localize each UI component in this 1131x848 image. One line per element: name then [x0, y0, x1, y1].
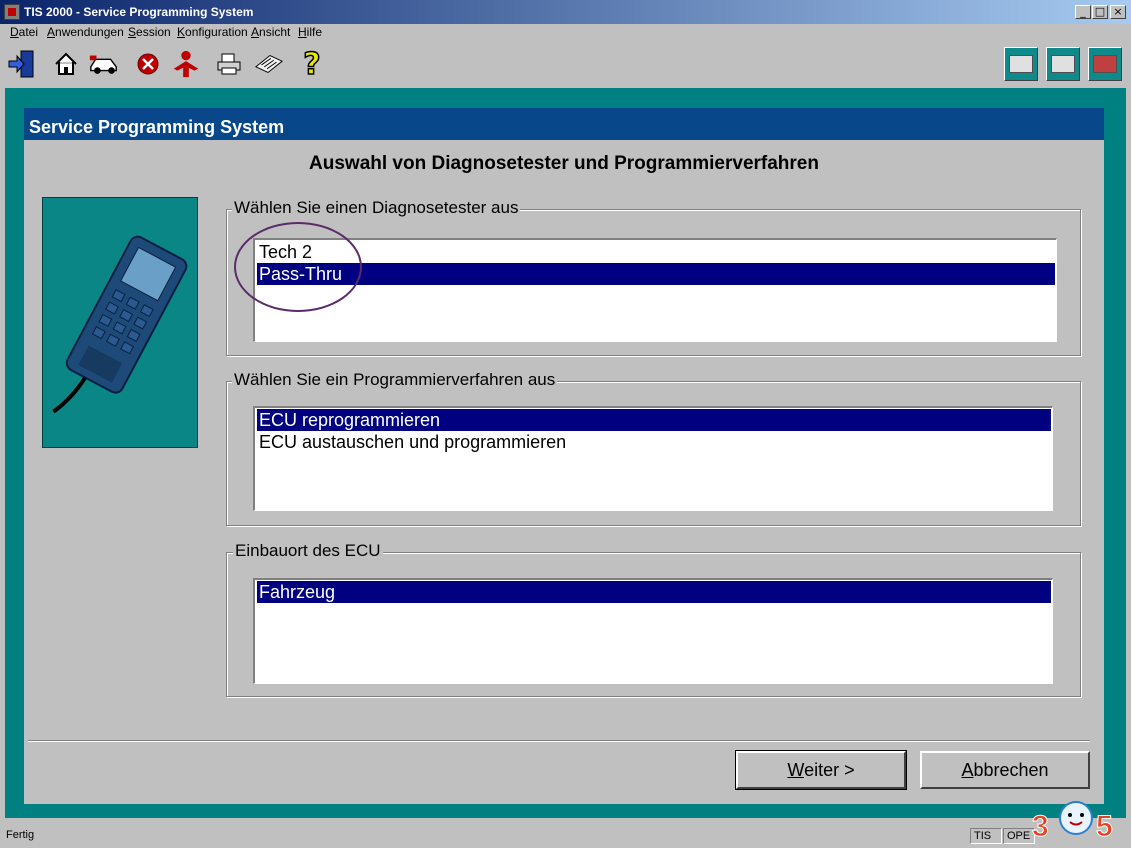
list-item-fahrzeug[interactable]: Fahrzeug — [257, 581, 1051, 603]
window-title: TIS 2000 - Service Programming System — [24, 5, 254, 19]
page-title: Auswahl von Diagnosetester und Programmi… — [309, 153, 819, 174]
next-button[interactable]: Weiter > — [735, 750, 907, 790]
cancel-button[interactable]: Abbrechen — [920, 751, 1090, 789]
vehicle-icon[interactable] — [88, 48, 120, 80]
menu-hilfe[interactable]: Hilfe — [298, 25, 322, 39]
svg-text:3: 3 — [1032, 810, 1049, 842]
location-group-label: Einbauort des ECU — [233, 541, 383, 561]
menu-datei[interactable]: Datei — [10, 25, 38, 39]
list-item-ecu-replace[interactable]: ECU austauschen und programmieren — [257, 431, 1051, 453]
diagnostic-device-icon[interactable] — [1004, 47, 1038, 81]
notebook-icon[interactable] — [253, 48, 285, 80]
stop-icon[interactable] — [132, 48, 164, 80]
diagnostic-tester-image — [42, 197, 198, 448]
printer-icon[interactable] — [213, 48, 245, 80]
list-item-ecu-reprogram[interactable]: ECU reprogrammieren — [257, 409, 1051, 431]
menu-konfiguration[interactable]: Konfiguration — [177, 25, 248, 39]
procedure-listbox[interactable]: ECU reprogrammieren ECU austauschen und … — [253, 406, 1053, 511]
home-icon[interactable] — [50, 48, 82, 80]
exit-icon[interactable] — [6, 48, 38, 80]
list-item-tech2[interactable]: Tech 2 — [257, 241, 1055, 263]
watermark-logo: 3 5 — [1030, 790, 1126, 844]
status-text: Fertig — [6, 829, 35, 841]
computer-icon[interactable] — [1046, 47, 1080, 81]
title-bar: TIS 2000 - Service Programming System _ … — [0, 0, 1131, 24]
tester-group-label: Wählen Sie einen Diagnosetester aus — [232, 198, 521, 218]
menu-bar: Datei Anwendungen Session Konfiguration … — [0, 24, 1131, 42]
person-icon[interactable] — [170, 48, 202, 80]
help-icon[interactable]: ? — [296, 46, 328, 83]
status-cell-tis: TIS — [970, 828, 1002, 844]
location-listbox[interactable]: Fahrzeug — [253, 578, 1053, 684]
list-item-pass-thru[interactable]: Pass-Thru — [257, 263, 1055, 285]
status-bar: Fertig TIS OPE — [0, 826, 1131, 848]
menu-ansicht[interactable]: Ansicht — [251, 25, 290, 39]
close-button[interactable]: × — [1110, 5, 1126, 19]
menu-session[interactable]: Session — [128, 25, 171, 39]
minimize-button[interactable]: _ — [1075, 5, 1091, 19]
tester-listbox[interactable]: Tech 2 Pass-Thru — [253, 238, 1057, 342]
highlight-circle — [234, 222, 362, 312]
menu-anwendungen[interactable]: Anwendungen — [47, 25, 124, 39]
panel-header: Service Programming System — [24, 108, 1104, 140]
app-icon[interactable] — [4, 4, 20, 20]
vehicle-programming-icon[interactable] — [1088, 47, 1122, 81]
panel-title: Service Programming System — [29, 117, 285, 137]
toolbar: ? — [0, 44, 1131, 86]
procedure-group-label: Wählen Sie ein Programmierverfahren aus — [232, 370, 558, 390]
divider — [28, 740, 1090, 742]
svg-text:5: 5 — [1096, 810, 1113, 842]
maximize-button[interactable]: □ — [1092, 5, 1108, 19]
